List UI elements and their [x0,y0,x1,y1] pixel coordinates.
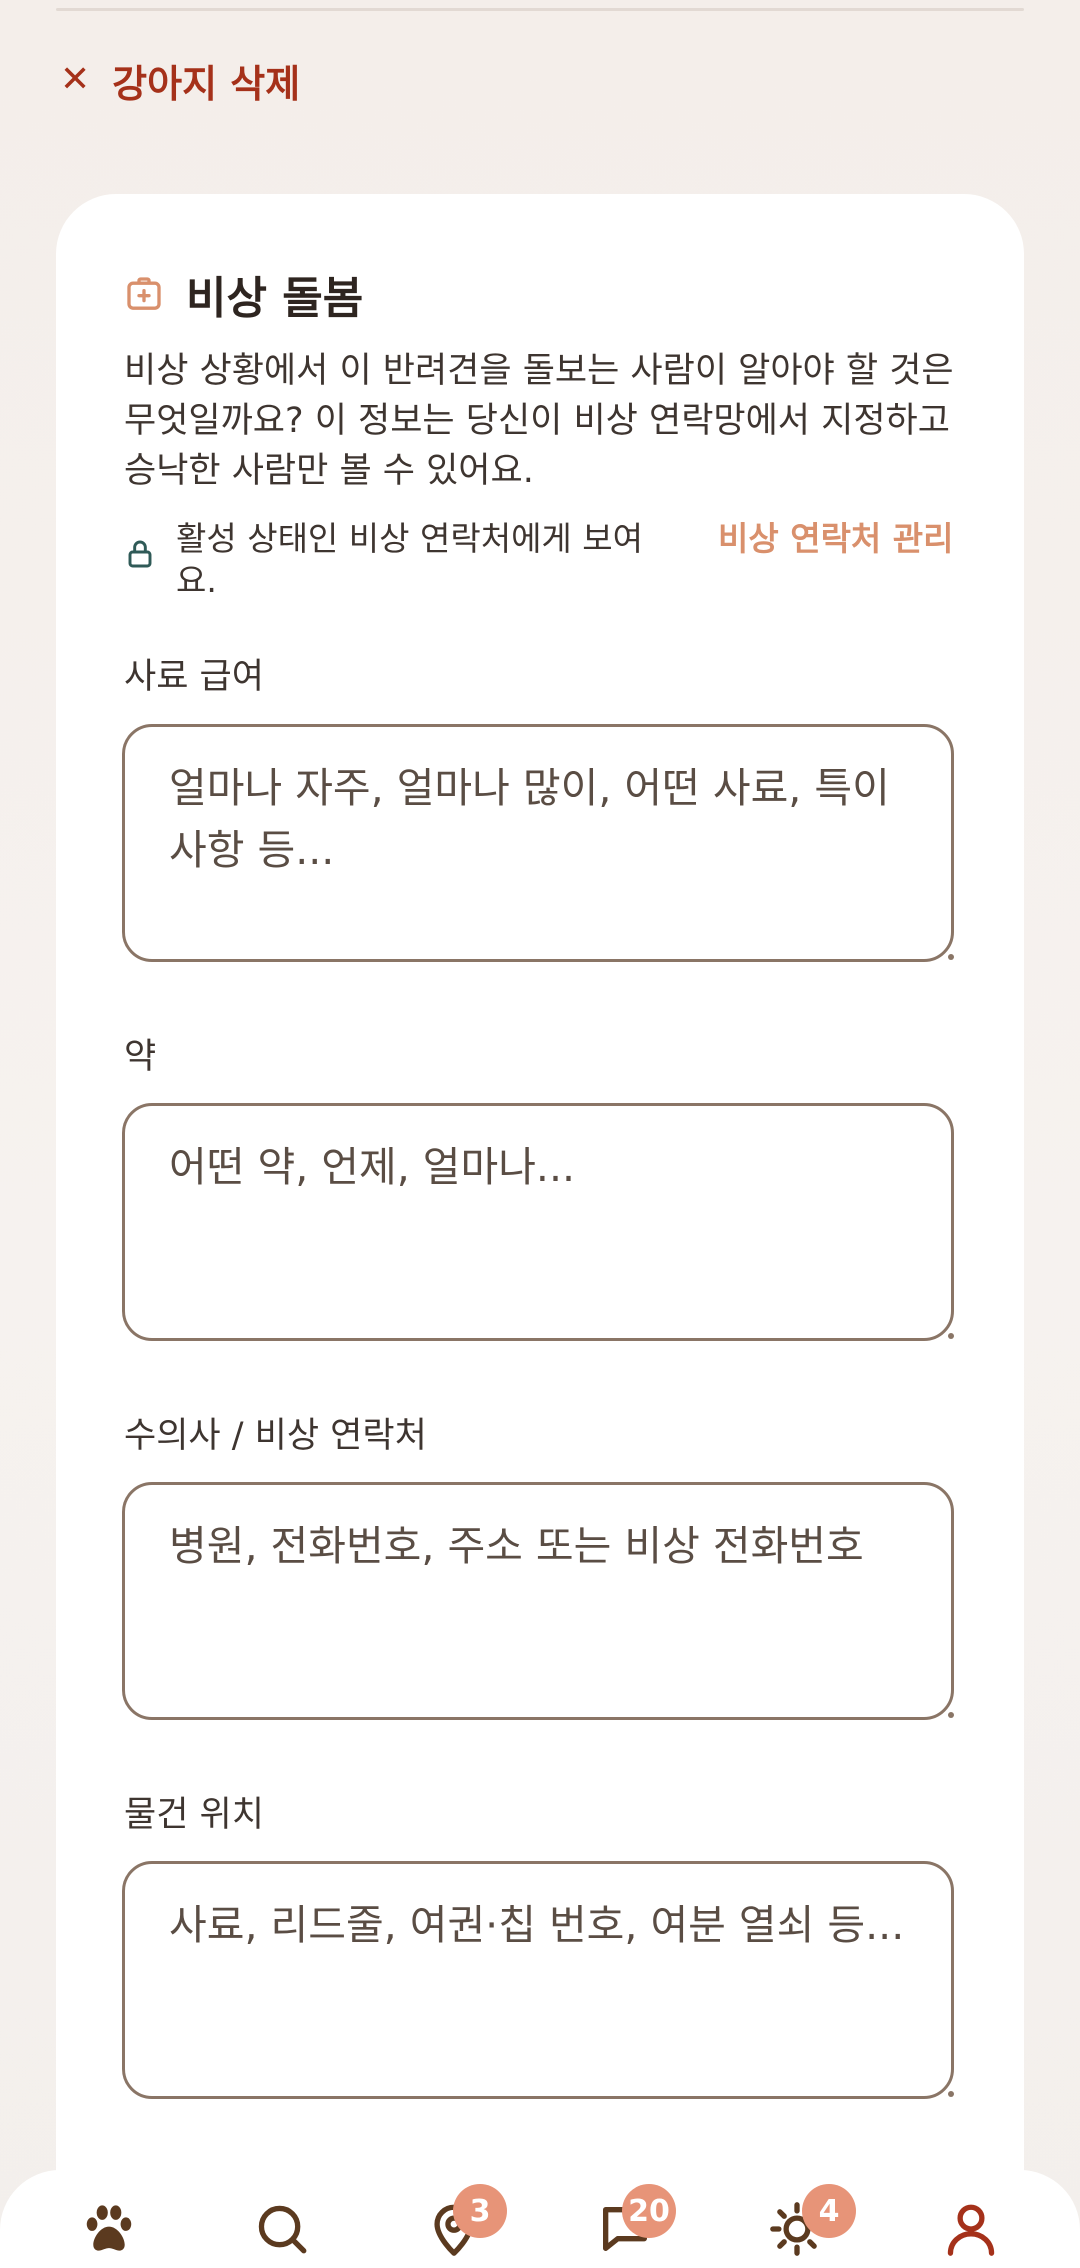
nav-activity[interactable]: 4 [768,2184,856,2260]
medication-label: 약 [124,1037,157,1077]
medication-input[interactable] [122,1103,954,1341]
feeding-input[interactable] [122,724,954,962]
card-header: 비상 돌봄 [124,262,363,326]
nav-profile[interactable] [942,2200,1002,2260]
resize-handle[interactable] [948,954,954,960]
resize-handle[interactable] [948,1333,954,1339]
messages-badge: 20 [622,2184,676,2238]
delete-dog-label: 강아지 삭제 [112,61,301,106]
manage-emergency-contacts-link[interactable]: 비상 연락처 관리 [718,518,958,560]
activity-badge: 4 [802,2184,856,2238]
visibility-row: 활성 상태인 비상 연락처에게 보여요. 비상 연락처 관리 [124,518,964,602]
nav-messages[interactable]: 20 [596,2184,676,2260]
top-divider [56,8,1024,11]
card-title: 비상 돌봄 [186,273,364,324]
item-locations-input[interactable] [122,1861,954,2099]
medical-kit-icon [127,277,161,310]
paw-icon [86,2205,132,2251]
nav-search[interactable] [253,2200,313,2260]
profile-icon [947,2204,995,2256]
search-icon [258,2205,307,2254]
places-badge: 3 [453,2184,507,2238]
nav-dogs[interactable] [80,2200,140,2260]
item-locations-label: 물건 위치 [124,1795,264,1835]
feeding-label: 사료 급여 [124,657,264,697]
close-icon: ✕ [60,59,91,100]
vet-contact-input[interactable] [122,1482,954,1720]
vet-contact-label: 수의사 / 비상 연락처 [124,1416,427,1456]
emergency-care-card: 비상 돌봄 비상 상황에서 이 반려견을 돌보는 사람이 알아야 할 것은 무엇… [56,194,1024,2268]
resize-handle[interactable] [948,1712,954,1718]
nav-places[interactable]: 3 [425,2184,507,2260]
bottom-navigation: 3 20 4 [0,2170,1080,2268]
card-description: 비상 상황에서 이 반려견을 돌보는 사람이 알아야 할 것은 무엇일까요? 이… [124,351,954,491]
resize-handle[interactable] [948,2091,954,2097]
delete-dog-button[interactable]: ✕ 강아지 삭제 [56,50,300,110]
lock-icon [128,540,152,568]
visibility-text: 활성 상태인 비상 연락처에게 보여요. [176,519,643,600]
